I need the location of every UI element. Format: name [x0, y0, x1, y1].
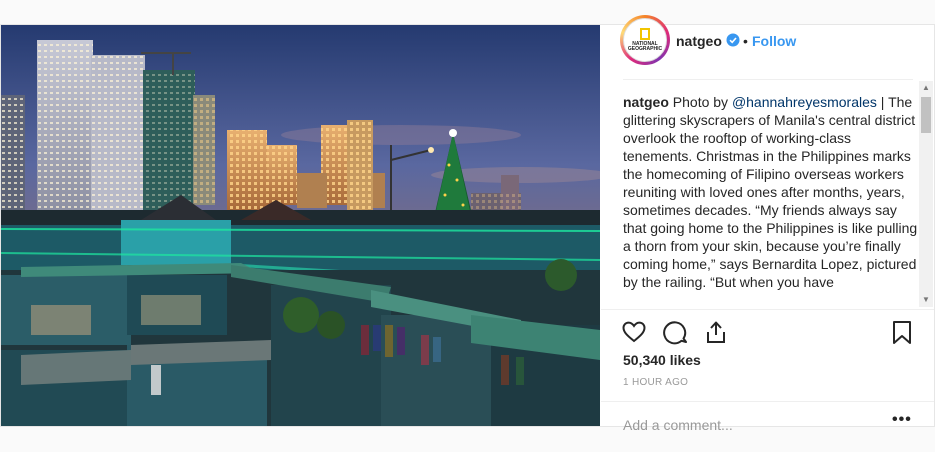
post-photo[interactable]: [1, 25, 600, 426]
separator-dot: •: [743, 33, 748, 49]
caption-intro: Photo by: [668, 94, 732, 110]
post-timestamp[interactable]: 1 HOUR AGO: [623, 377, 688, 388]
caption-body: | The glittering skyscrapers of Manila's…: [623, 94, 918, 290]
avatar-logo-text: NATIONAL GEOGRAPHIC: [627, 41, 663, 52]
verified-badge-icon: [726, 33, 740, 47]
post-header: NATIONAL GEOGRAPHIC natgeo • Follow: [601, 15, 934, 80]
avatar[interactable]: NATIONAL GEOGRAPHIC: [623, 18, 667, 62]
scroll-up-arrow-icon[interactable]: ▲: [919, 81, 933, 95]
header-divider: [623, 79, 913, 80]
natgeo-logo-icon: [640, 28, 650, 40]
comment-icon[interactable]: [663, 319, 689, 345]
post-card: NATIONAL GEOGRAPHIC natgeo • Follow natg…: [0, 15, 935, 435]
heart-icon[interactable]: [621, 319, 647, 345]
username[interactable]: natgeo: [676, 33, 722, 49]
caption-mention[interactable]: @hannahreyesmorales: [732, 94, 877, 110]
caption-username[interactable]: natgeo: [623, 94, 669, 110]
more-options-icon[interactable]: •••: [892, 411, 912, 429]
comment-input[interactable]: [623, 415, 863, 435]
action-bar: [601, 315, 934, 349]
caption: natgeo Photo by @hannahreyesmorales | Th…: [623, 93, 920, 307]
follow-button[interactable]: Follow: [752, 33, 796, 49]
bookmark-icon[interactable]: [889, 319, 915, 345]
story-ring[interactable]: NATIONAL GEOGRAPHIC: [620, 15, 670, 65]
actions-divider: [601, 309, 934, 310]
scroll-thumb[interactable]: [921, 97, 931, 133]
share-icon[interactable]: [703, 319, 729, 345]
scroll-down-arrow-icon[interactable]: ▼: [919, 293, 933, 307]
caption-scrollbar[interactable]: ▲ ▼: [919, 81, 933, 307]
post-side-panel: NATIONAL GEOGRAPHIC natgeo • Follow natg…: [601, 15, 934, 435]
likes-count[interactable]: 50,340 likes: [623, 352, 701, 368]
comment-divider: [601, 401, 934, 402]
manila-rooftop-photo: [1, 25, 600, 426]
